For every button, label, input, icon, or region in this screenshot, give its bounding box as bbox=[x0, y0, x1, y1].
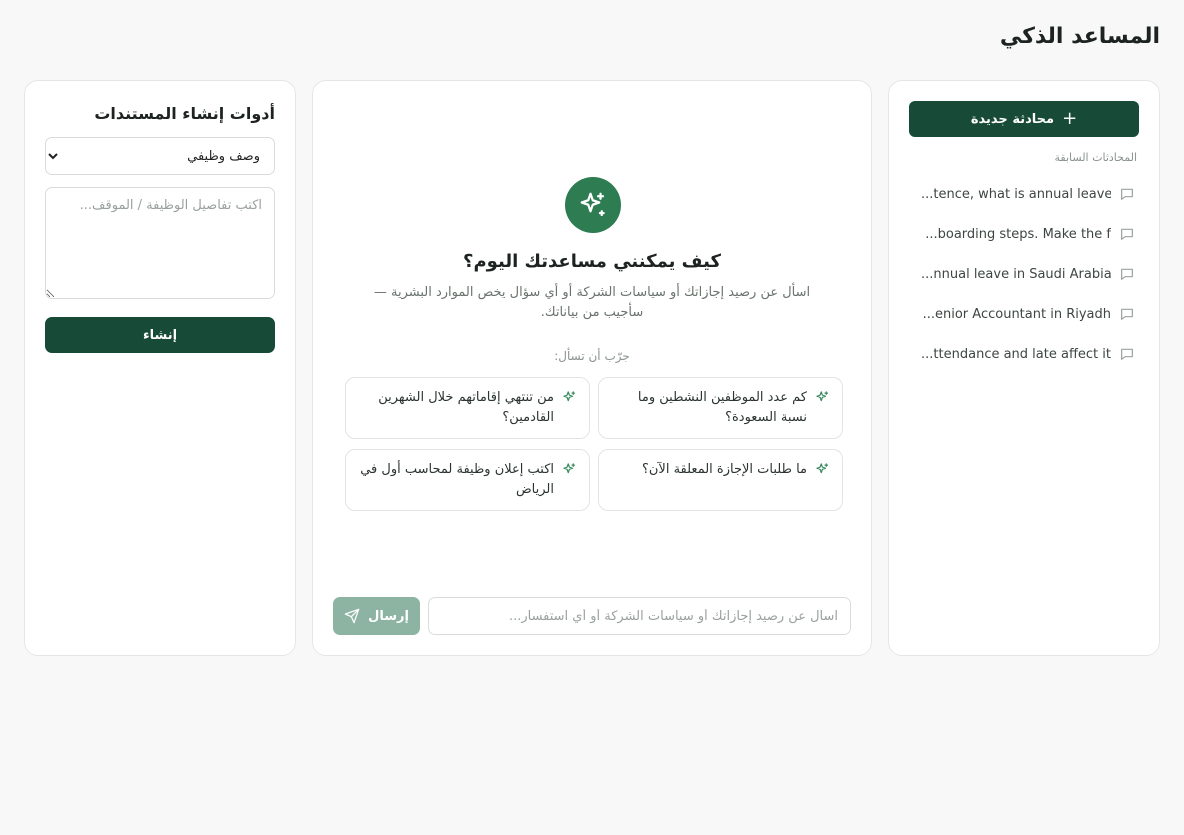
sparkles-icon bbox=[816, 391, 829, 402]
suggestion-text: كم عدد الموظفين النشطين وما نسبة السعودة… bbox=[637, 390, 807, 425]
history-item[interactable]: ...enior Accountant in Riyadh bbox=[909, 294, 1139, 334]
sparkles-icon bbox=[563, 391, 576, 402]
document-type-select[interactable]: وصف وظيفي bbox=[45, 137, 275, 175]
message-icon bbox=[1121, 228, 1133, 240]
chat-input[interactable] bbox=[428, 597, 851, 635]
message-icon bbox=[1121, 348, 1133, 360]
history-item-label: ...ttendance and late affect it bbox=[921, 346, 1111, 362]
sparkles-icon bbox=[816, 463, 829, 474]
chat-composer: إرسال bbox=[333, 597, 851, 635]
details-textarea[interactable] bbox=[45, 187, 275, 299]
sparkles-icon bbox=[565, 177, 621, 233]
history-item[interactable]: ...nnual leave in Saudi Arabia bbox=[909, 254, 1139, 294]
plus-icon: + bbox=[1062, 108, 1078, 129]
suggestion-text: من تنتهي إقاماتهم خلال الشهرين القادمين؟ bbox=[378, 390, 554, 425]
new-chat-label: محادثة جديدة bbox=[970, 111, 1055, 127]
history-item-label: ...enior Accountant in Riyadh bbox=[922, 306, 1111, 322]
history-sidebar: + محادثة جديدة المحادثات السابقة ...tenc… bbox=[888, 80, 1160, 656]
history-list: ...tence, what is annual leave ...boardi… bbox=[909, 174, 1139, 374]
history-item-label: ...boarding steps. Make the f bbox=[925, 226, 1111, 242]
suggestion-card[interactable]: كم عدد الموظفين النشطين وما نسبة السعودة… bbox=[598, 377, 843, 439]
history-item-label: ...tence, what is annual leave bbox=[921, 186, 1111, 202]
document-tools-panel: أدوات إنشاء المستندات وصف وظيفي إنشاء bbox=[24, 80, 296, 656]
send-icon bbox=[344, 608, 360, 624]
suggestion-card[interactable]: من تنتهي إقاماتهم خلال الشهرين القادمين؟ bbox=[345, 377, 590, 439]
suggestion-text: ما طلبات الإجازة المعلقة الآن؟ bbox=[641, 462, 807, 477]
tools-title: أدوات إنشاء المستندات bbox=[94, 104, 275, 123]
create-button[interactable]: إنشاء bbox=[45, 317, 275, 353]
new-chat-button[interactable]: + محادثة جديدة bbox=[909, 101, 1139, 137]
history-item[interactable]: ...ttendance and late affect it bbox=[909, 334, 1139, 374]
sparkles-icon bbox=[563, 463, 576, 474]
send-label: إرسال bbox=[368, 608, 409, 624]
try-label: جرّب أن تسأل: bbox=[554, 349, 630, 363]
history-heading: المحادثات السابقة bbox=[1054, 151, 1137, 164]
history-item-label: ...nnual leave in Saudi Arabia bbox=[921, 266, 1111, 282]
suggestion-card[interactable]: اكتب إعلان وظيفة لمحاسب أول في الرياض bbox=[345, 449, 590, 511]
page-title: المساعد الذكي bbox=[999, 24, 1160, 49]
history-item[interactable]: ...tence, what is annual leave bbox=[909, 174, 1139, 214]
message-icon bbox=[1121, 188, 1133, 200]
suggestion-text: اكتب إعلان وظيفة لمحاسب أول في الرياض bbox=[360, 462, 554, 497]
message-icon bbox=[1121, 308, 1133, 320]
chat-panel: كيف يمكنني مساعدتك اليوم؟ اسأل عن رصيد إ… bbox=[312, 80, 872, 656]
hero-subtitle: اسأل عن رصيد إجازاتك أو سياسات الشركة أو… bbox=[373, 285, 811, 320]
message-icon bbox=[1121, 268, 1133, 280]
suggestions-grid: كم عدد الموظفين النشطين وما نسبة السعودة… bbox=[345, 377, 843, 511]
send-button[interactable]: إرسال bbox=[333, 597, 420, 635]
hero-title: كيف يمكنني مساعدتك اليوم؟ bbox=[463, 251, 721, 272]
suggestion-card[interactable]: ما طلبات الإجازة المعلقة الآن؟ bbox=[598, 449, 843, 511]
history-item[interactable]: ...boarding steps. Make the f bbox=[909, 214, 1139, 254]
